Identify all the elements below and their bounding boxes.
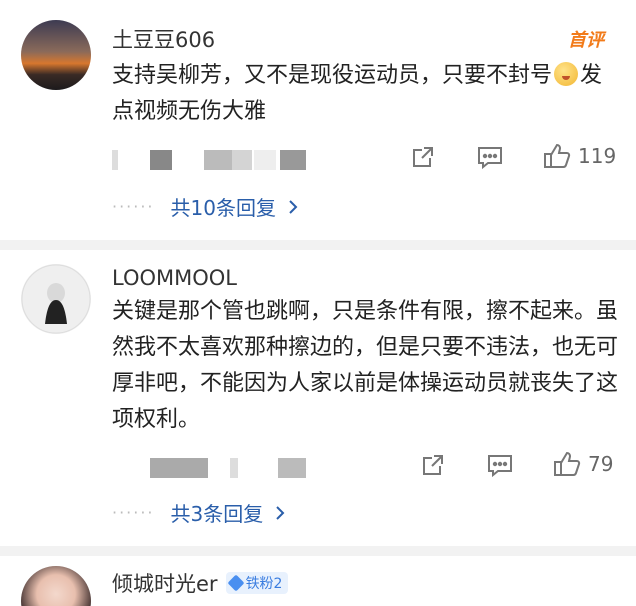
avatar-figure-icon bbox=[21, 264, 91, 334]
avatar[interactable] bbox=[21, 566, 91, 606]
comment-item-3: 倾城时光er 铁粉2 bbox=[0, 556, 636, 606]
dots-divider: ······ bbox=[112, 197, 155, 216]
thumbs-up-icon bbox=[554, 451, 581, 476]
like-count: 119 bbox=[578, 144, 617, 168]
share-icon bbox=[423, 455, 443, 475]
comment-text-part-1: 支持吴柳芳，又不是现役运动员，只要不封号 bbox=[112, 63, 553, 88]
replies-label: 共10条回复 bbox=[170, 196, 276, 220]
first-comment-badge: 首评 bbox=[568, 30, 604, 51]
redacted-meta bbox=[150, 458, 310, 478]
comment-icon bbox=[488, 455, 512, 478]
smiling-face-emoji-icon bbox=[554, 62, 579, 86]
username[interactable]: 倾城时光er bbox=[112, 568, 218, 598]
fan-badge-label: 铁粉2 bbox=[245, 576, 283, 592]
comment-item-2: LOOMMOOL 关键是那个管也跳啊，只是条件有限，擦不起来。虽然我不太喜欢那种… bbox=[0, 250, 636, 540]
chevron-right-icon bbox=[276, 505, 285, 520]
chevron-right-icon bbox=[289, 199, 298, 214]
comment-text: 关键是那个管也跳啊，只是条件有限，擦不起来。虽然我不太喜欢那种擦边的，但是只要不… bbox=[112, 299, 619, 432]
avatar[interactable] bbox=[21, 264, 91, 334]
comment-text: 支持吴柳芳，又不是现役运动员，只要不封号 发点视频无伤大雅 bbox=[112, 58, 622, 130]
username[interactable]: 土豆豆606 bbox=[112, 24, 215, 54]
divider bbox=[0, 546, 636, 556]
replies-label: 共3条回复 bbox=[170, 502, 264, 526]
redacted-meta bbox=[112, 150, 312, 170]
comment-icon bbox=[478, 147, 502, 170]
share-button[interactable] bbox=[420, 452, 446, 478]
dots-divider: ······ bbox=[112, 503, 155, 522]
diamond-icon bbox=[227, 574, 245, 592]
comment-button[interactable] bbox=[486, 452, 514, 478]
like-count: 79 bbox=[588, 452, 614, 476]
share-icon bbox=[413, 147, 433, 167]
view-replies-link[interactable]: ······ 共3条回复 bbox=[112, 498, 285, 527]
divider bbox=[0, 240, 636, 250]
share-button[interactable] bbox=[410, 144, 436, 170]
thumbs-up-icon bbox=[544, 143, 571, 168]
fan-level-badge[interactable]: 铁粉2 bbox=[225, 572, 289, 594]
comment-button[interactable] bbox=[476, 144, 504, 170]
view-replies-link[interactable]: ······ 共10条回复 bbox=[112, 192, 298, 221]
avatar[interactable] bbox=[21, 20, 91, 90]
like-button[interactable]: 79 bbox=[552, 450, 613, 478]
username-row: 倾城时光er 铁粉2 bbox=[112, 568, 289, 598]
like-button[interactable]: 119 bbox=[542, 142, 616, 170]
comment-item-1: 土豆豆606 首评 支持吴柳芳，又不是现役运动员，只要不封号 发点视频无伤大雅 1… bbox=[0, 0, 636, 240]
username[interactable]: LOOMMOOL bbox=[112, 266, 237, 290]
